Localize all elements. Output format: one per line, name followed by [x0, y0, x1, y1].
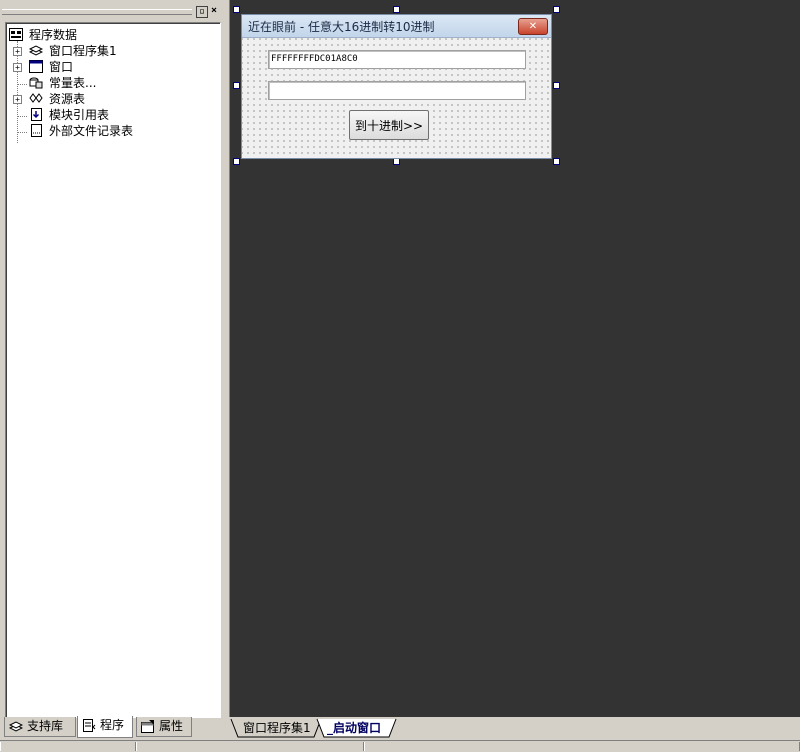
resize-handle-ne[interactable]: [553, 6, 560, 13]
hex-input[interactable]: FFFFFFFFDC01A8C0: [268, 50, 526, 69]
status-bar: [0, 740, 800, 752]
tree-item-label: 窗口: [49, 60, 74, 74]
tab-label: 支持库: [27, 719, 64, 733]
tree-item-label: 常量表...: [49, 76, 97, 90]
tree-item-window[interactable]: + 窗口: [9, 59, 209, 75]
external-file-icon: [31, 124, 42, 137]
tab-label: 属性: [159, 719, 184, 733]
expand-icon[interactable]: +: [13, 95, 22, 104]
tab-support-library[interactable]: 支持库: [4, 717, 76, 737]
tab-program[interactable]: 程序: [77, 716, 133, 738]
tree-item-constants[interactable]: 常量表...: [9, 75, 209, 91]
tree-root-label: 程序数据: [29, 28, 78, 42]
constants-icon: [29, 77, 43, 89]
status-segment: [0, 742, 136, 751]
resize-handle-n[interactable]: [393, 6, 400, 13]
resize-handle-w[interactable]: [233, 82, 240, 89]
resize-handle-s[interactable]: [393, 158, 400, 165]
tab-label: 窗口程序集1: [243, 721, 311, 735]
panel-restore-button[interactable]: ▫: [196, 6, 208, 18]
status-segment: [364, 742, 800, 751]
tab-properties[interactable]: 属性: [136, 717, 192, 737]
library-icon: [9, 721, 23, 732]
tree-item-label: 模块引用表: [49, 108, 110, 122]
tree-item-module-refs[interactable]: 模块引用表: [9, 107, 209, 123]
tree-item-window-assembly[interactable]: + 窗口程序集1: [9, 43, 209, 59]
tab-window-assembly[interactable]: 窗口程序集1: [243, 719, 311, 737]
panel-tabs: 支持库 程序 属性: [4, 716, 226, 739]
editor-tabs: 窗口程序集1 _启动窗口: [229, 717, 800, 739]
convert-to-decimal-button[interactable]: 到十进制>>: [349, 110, 429, 140]
tab-label: 程序: [100, 718, 125, 732]
program-icon: [83, 719, 96, 732]
form-title: 近在眼前 - 任意大16进制转10进制: [248, 20, 435, 34]
form-close-button[interactable]: ✕: [518, 18, 548, 35]
resize-handle-se[interactable]: [553, 158, 560, 165]
tree-item-label: 资源表: [49, 92, 86, 106]
window-icon: [29, 60, 43, 73]
tab-label: _启动窗口: [327, 721, 382, 735]
tree-item-label: 窗口程序集1: [49, 44, 117, 58]
panel-close-button[interactable]: ×: [209, 6, 219, 16]
form-titlebar[interactable]: 近在眼前 - 任意大16进制转10进制 ✕: [242, 15, 551, 38]
resize-handle-nw[interactable]: [233, 6, 240, 13]
decimal-output[interactable]: [268, 81, 526, 100]
tree-item-label: 外部文件记录表: [49, 124, 134, 138]
status-segment: [136, 742, 364, 751]
layers-icon: [29, 45, 43, 56]
expand-icon[interactable]: +: [13, 63, 22, 72]
tree-item-external-files[interactable]: 外部文件记录表: [9, 123, 209, 139]
module-ref-icon: [31, 108, 42, 121]
resize-handle-e[interactable]: [553, 82, 560, 89]
tree-item-resources[interactable]: + 资源表: [9, 91, 209, 107]
designed-form-window[interactable]: 近在眼前 - 任意大16进制转10进制 ✕ FFFFFFFFDC01A8C0 到…: [241, 14, 552, 159]
resize-handle-sw[interactable]: [233, 158, 240, 165]
panel-grip[interactable]: [2, 9, 192, 15]
expand-icon[interactable]: +: [13, 47, 22, 56]
tab-startup-window[interactable]: _启动窗口: [327, 719, 381, 737]
resources-icon: [29, 93, 43, 103]
properties-icon: [141, 720, 154, 733]
program-data-icon: [9, 28, 23, 41]
project-panel: ▫ × 程序数据 + 窗口程序集1 + 窗口 常量表... + 资源表 模块引用…: [0, 0, 228, 751]
tree-root[interactable]: 程序数据: [9, 27, 209, 43]
project-tree: 程序数据 + 窗口程序集1 + 窗口 常量表... + 资源表 模块引用表 外部…: [5, 22, 221, 718]
